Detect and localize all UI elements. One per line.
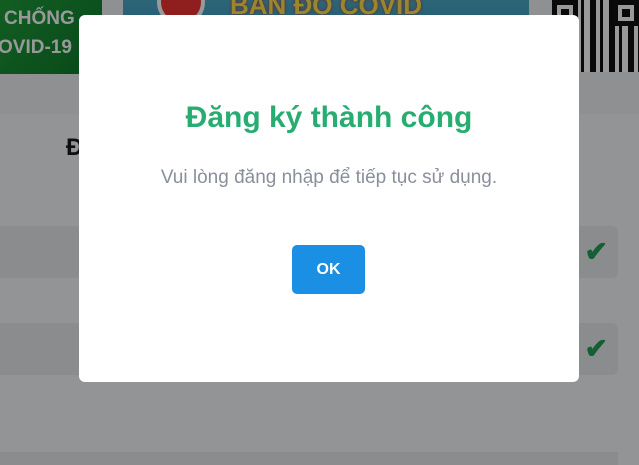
dialog-title: Đăng ký thành công bbox=[185, 101, 473, 134]
ok-button[interactable]: OK bbox=[292, 245, 365, 294]
success-dialog: Đăng ký thành công Vui lòng đăng nhập để… bbox=[79, 15, 579, 382]
dialog-message: Vui lòng đăng nhập để tiếp tục sử dụng. bbox=[160, 167, 498, 188]
modal-overlay[interactable]: Đăng ký thành công Vui lòng đăng nhập để… bbox=[0, 0, 639, 465]
